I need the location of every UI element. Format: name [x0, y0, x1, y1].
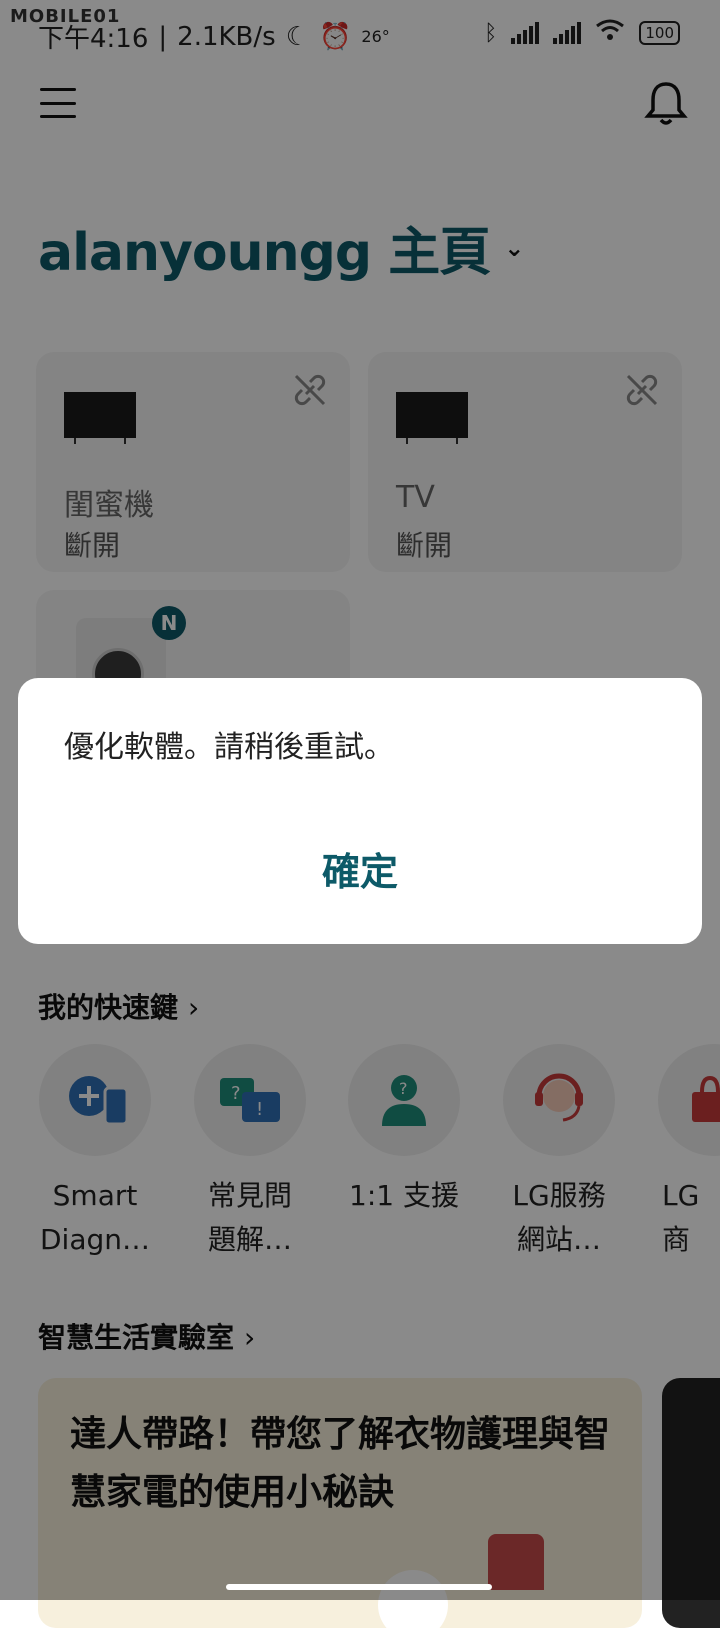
confirm-button[interactable]: 確定: [18, 818, 702, 918]
dialog-message: 優化軟體。請稍後重試。: [64, 730, 394, 765]
alert-dialog: 優化軟體。請稍後重試。 確定: [18, 678, 702, 944]
home-indicator[interactable]: [226, 1584, 492, 1590]
screen: MOBILE01 下午4:16 | 2.1KB/s ☾ ⏰ 26° ᛒ 100 …: [0, 0, 720, 1628]
